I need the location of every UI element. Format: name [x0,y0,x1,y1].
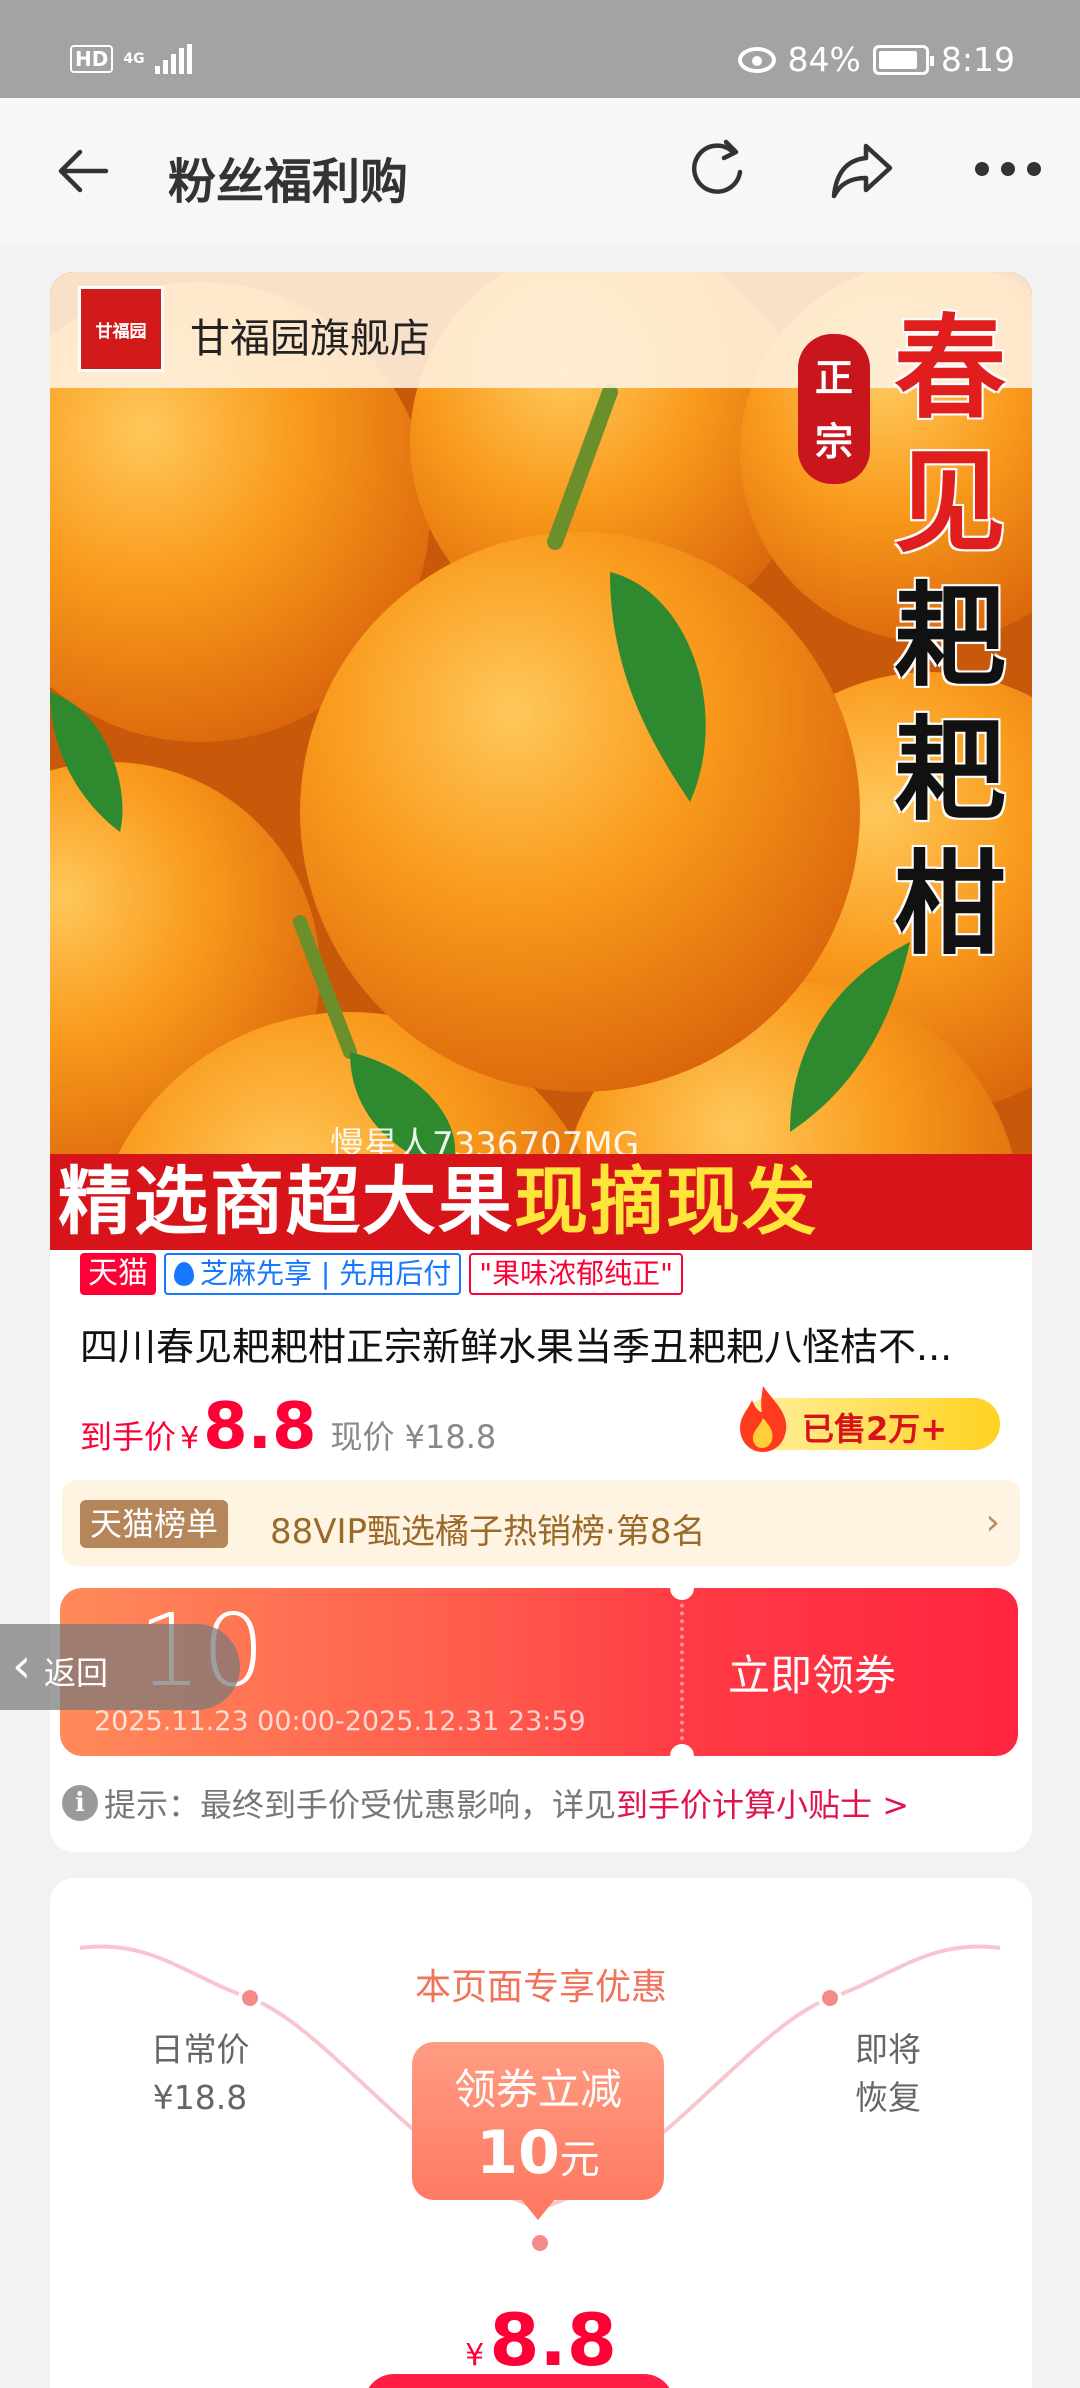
zhima-tag: 芝麻先享 | 先用后付 [164,1253,462,1295]
clock: 8:19 [940,40,1015,79]
daily-price: 日常价 ¥18.8 [110,2026,290,2122]
promo-banner: 精选商超大果现摘现发 [50,1154,1032,1250]
sold-count: 已售2万+ [802,1410,948,1448]
zhima-tag-label: 芝麻先享 | 先用后付 [200,1257,452,1290]
authentic-badge: 正宗 [798,334,870,484]
final-price: 8.8 [203,1390,317,1464]
image-title-char-2: 见 [894,438,1006,568]
more-icon[interactable] [975,162,1041,176]
signal-icon [154,44,192,74]
status-left: HD 4G [70,44,192,74]
price-currency: ¥ [180,1421,200,1456]
zhima-drop-icon [174,1262,194,1286]
product-image[interactable]: 甘福园 甘福园旗舰店 正宗 春 见 耙耙柑 慢星人7336707MG 精选商超大… [50,272,1032,1250]
coupon-notch-top [670,1588,694,1600]
exclusive-title: 本页面专享优惠 [414,1967,667,2008]
image-title-char-1: 春 [894,304,1006,434]
refresh-icon[interactable] [682,134,754,206]
battery-percent: 84% [787,40,861,79]
rank-row[interactable]: 天猫榜单 88VIP甄选橘子热销榜·第8名 › [62,1480,1020,1566]
tip-row: i 提示：最终到手价受优惠影响，详见 到手价计算小贴士 > [62,1780,909,1826]
tag-row: 天猫 芝麻先享 | 先用后付 "果味浓郁纯正" [80,1252,684,1296]
coupon-notch-bottom [670,1744,694,1756]
offer-amount-unit: 元 [559,2137,600,2183]
battery-icon [872,44,934,75]
sold-badge: 已售2万+ [740,1386,1000,1452]
offer-amount-value: 10 [476,2118,560,2188]
tip-text: 提示：最终到手价受优惠影响，详见 [104,1786,617,1824]
restore-line-2: 恢复 [855,2078,921,2117]
status-right: 84% 8:19 [737,40,1015,79]
back-arrow-icon[interactable] [50,138,116,204]
page-title: 粉丝福利购 [168,154,409,210]
tmall-tag: 天猫 [80,1253,156,1295]
coupon-date-range: 2025.11.23 00:00-2025.12.31 23:59 [94,1706,586,1737]
float-back-label: 返回 [44,1654,109,1692]
status-bar: HD 4G 84% 8:19 [0,0,1080,98]
image-vertical-title: 春 见 耙耙柑 [870,302,1030,972]
float-back-button[interactable]: ‹ 返回 [0,1624,240,1710]
final-price-value: 8.8 [489,2298,617,2382]
restore-line-1: 即将 [855,2030,921,2069]
price-label: 到手价 [80,1418,177,1456]
buy-button[interactable] [364,2374,674,2388]
exclusive-offer-card: 本页面专享优惠 日常价 ¥18.8 即将 恢复 领券立减 10元 ¥ 8.8 [50,1878,1032,2388]
chevron-left-icon: ‹ [12,1638,32,1694]
offer-amount: 10元 [412,2117,664,2196]
share-icon[interactable] [826,134,898,206]
final-currency: ¥ [465,2338,485,2373]
banner-yellow-text: 现摘现发 [514,1159,818,1245]
network-type: 4G [123,51,145,67]
info-icon: i [62,1785,98,1821]
rank-text: 88VIP甄选橘子热销榜·第8名 [270,1512,706,1552]
rank-badge: 天猫榜单 [80,1500,229,1548]
chevron-right-icon: › [985,1502,1000,1543]
daily-price-value: ¥18.8 [152,2078,248,2117]
coupon-divider [680,1588,684,1756]
restore-note: 即将 恢复 [808,2026,968,2122]
product-card: 甘福园 甘福园旗舰店 正宗 春 见 耙耙柑 慢星人7336707MG 精选商超大… [50,272,1032,1852]
quote-tag: "果味浓郁纯正" [469,1253,684,1295]
store-name[interactable]: 甘福园旗舰店 [190,306,430,364]
current-price: 现价 ¥18.8 [330,1418,497,1456]
nav-bar: 粉丝福利购 [0,98,1080,243]
offer-label: 领券立减 [453,2065,622,2114]
price-tips-link[interactable]: 到手价计算小贴士 > [616,1780,909,1826]
flame-icon [740,1386,787,1452]
coupon-discount-bubble: 领券立减 10元 [412,2042,664,2220]
daily-price-label: 日常价 [150,2030,250,2069]
banner-white-text: 精选商超大果 [58,1159,514,1245]
image-title-rest: 耙耙柑 [894,572,1006,970]
claim-coupon-button[interactable]: 立即领券 [728,1642,896,1703]
eye-icon [737,46,776,73]
product-title[interactable]: 四川春见耙耙柑正宗新鲜水果当季丑耙耙八怪桔不... [80,1316,1010,1371]
price-row: 到手价 ¥ 8.8 现价 ¥18.8 [80,1390,496,1464]
store-logo: 甘福园 [78,286,164,372]
exclusive-final-price: ¥ 8.8 [50,2298,1032,2382]
hd-icon: HD [70,45,114,73]
